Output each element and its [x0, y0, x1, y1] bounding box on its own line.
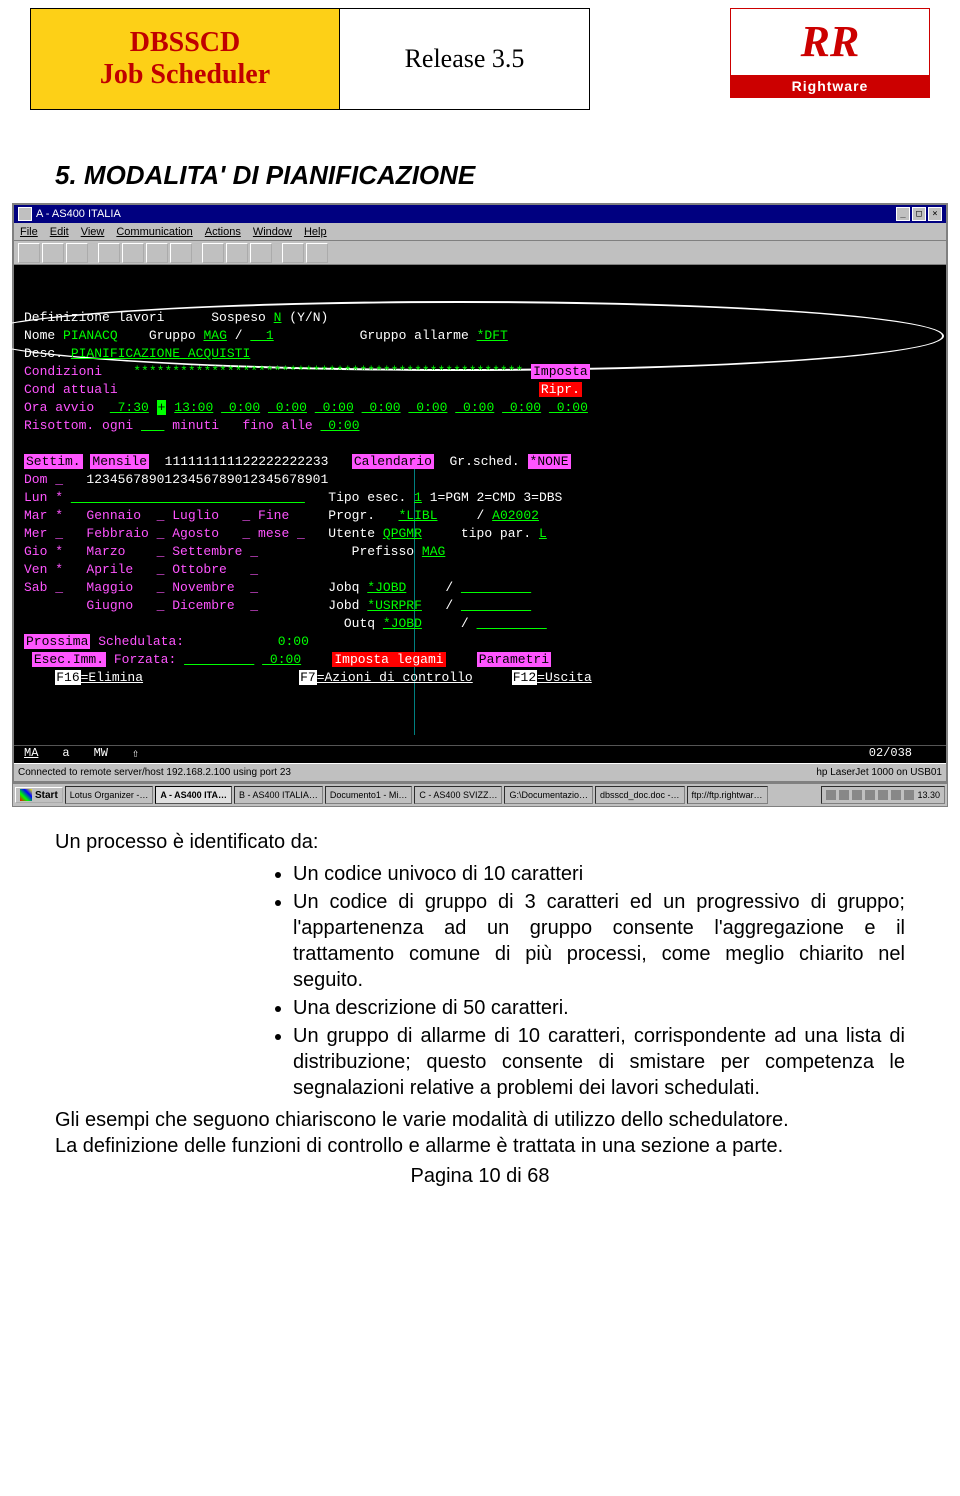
menu-comm[interactable]: Communication — [116, 226, 192, 238]
bullet-item: Un codice univoco di 10 caratteri — [293, 861, 905, 887]
clock: 13.30 — [917, 790, 940, 800]
row-oraavvio: Ora avvio 7:30 + 13:00 0:00 0:00 0:00 0:… — [24, 399, 936, 417]
menu-help[interactable]: Help — [304, 226, 327, 238]
menu-window[interactable]: Window — [253, 226, 292, 238]
printer-status: hp LaserJet 1000 on USB01 — [816, 767, 942, 778]
toolbar-btn[interactable] — [18, 243, 40, 263]
header-brand-line1: DBSSCD — [130, 27, 240, 59]
toolbar-btn[interactable] — [146, 243, 168, 263]
system-tray[interactable]: 13.30 — [821, 786, 945, 804]
window-title: A - AS400 ITALIA — [36, 208, 121, 220]
terminal-status-line: MA a MW ⇧ 02/038 — [14, 745, 946, 763]
toolbar-btn[interactable] — [122, 243, 144, 263]
tray-icon[interactable] — [839, 790, 849, 800]
toolbar-btn[interactable] — [282, 243, 304, 263]
tray-icon[interactable] — [904, 790, 914, 800]
row-nome: Nome PIANACQ Gruppo MAG / 1 Gruppo allar… — [24, 327, 936, 345]
toolbar-btn[interactable] — [202, 243, 224, 263]
menu-file[interactable]: File — [20, 226, 38, 238]
logo-text: Rightware — [731, 75, 929, 97]
row-gio: Gio * Marzo _ Settembre _ Prefisso MAG — [24, 543, 936, 561]
intro-text: Un processo è identificato da: — [55, 829, 905, 855]
section-title: 5. MODALITA' DI PIANIFICAZIONE — [55, 160, 960, 191]
close-button[interactable]: × — [928, 207, 942, 221]
bullet-item: Un codice di gruppo di 3 caratteri ed un… — [293, 889, 905, 993]
minimize-button[interactable]: _ — [896, 207, 910, 221]
connection-status: Connected to remote server/host 192.168.… — [18, 767, 291, 778]
page-number: Pagina 10 di 68 — [0, 1165, 960, 1188]
taskbar-item[interactable]: ftp://ftp.rightwar… — [687, 786, 768, 804]
header-left-block: DBSSCD Job Scheduler — [30, 8, 340, 110]
row-dom: Dom _ 123456789012345678901234567890​1 — [24, 471, 936, 489]
row-lun: Lun * Tipo esec. 1 1=PGM 2=CMD 3=DBS — [24, 489, 936, 507]
tray-icon[interactable] — [865, 790, 875, 800]
taskbar-item[interactable]: G:\Documentazio… — [504, 786, 593, 804]
para-2: La definizione delle funzioni di control… — [55, 1133, 905, 1159]
row-mar: Mar * Gennaio _ Luglio _ Fine Progr. *LI… — [24, 507, 936, 525]
row-definition: Definizione lavori Sospeso N (Y/N) — [24, 309, 936, 327]
maximize-button[interactable]: □ — [912, 207, 926, 221]
toolbar-btn[interactable] — [42, 243, 64, 263]
status-arrow: ⇧ — [132, 746, 139, 763]
status-cursor-pos: 02/038 — [869, 746, 912, 763]
terminal-window: A - AS400 ITALIA _ □ × File Edit View Co… — [12, 203, 948, 783]
row-outq: Outq *JOBD / — [24, 615, 936, 633]
taskbar-item[interactable]: Lotus Organizer -… — [65, 786, 154, 804]
window-statusbar: Connected to remote server/host 192.168.… — [14, 763, 946, 781]
bullet-item: Una descrizione di 50 caratteri. — [293, 995, 905, 1021]
row-condattuali: Cond attuali Ripr. — [24, 381, 936, 399]
header-brand-line2: Job Scheduler — [100, 59, 270, 91]
row-desc: Desc. PIANIFICAZIONE ACQUISTI — [24, 345, 936, 363]
row-esecimm: Esec.Imm. Forzata: 0:00 Imposta legami P… — [24, 651, 936, 669]
toolbar[interactable] — [14, 241, 946, 265]
row-condizioni: Condizioni *****************************… — [24, 363, 936, 381]
row-mer: Mer _ Febbraio _ Agosto _ mese _ Utente … — [24, 525, 936, 543]
row-ven: Ven * Aprile _ Ottobre _ — [24, 561, 936, 579]
menu-actions[interactable]: Actions — [205, 226, 241, 238]
row-giugno: Giugno _ Dicembre _ Jobd *USRPRF / — [24, 597, 936, 615]
toolbar-btn[interactable] — [226, 243, 248, 263]
status-mw: MW — [94, 746, 108, 763]
row-settim-header: Settim. Mensile 111111111122222222233 Ca… — [24, 453, 936, 471]
body-text: Un processo è identificato da: Un codice… — [55, 829, 905, 1159]
row-risottom: Risottom. ogni minuti fino alle 0:00 — [24, 417, 936, 435]
toolbar-btn[interactable] — [66, 243, 88, 263]
taskbar-item[interactable]: B - AS400 ITALIA… — [234, 786, 323, 804]
taskbar-item[interactable]: C - AS400 SVIZZ… — [414, 786, 502, 804]
toolbar-btn[interactable] — [306, 243, 328, 263]
start-button[interactable]: Start — [15, 787, 63, 803]
taskbar-item[interactable]: A - AS400 ITA… — [155, 786, 232, 804]
tray-icon[interactable] — [878, 790, 888, 800]
status-a: a — [62, 746, 69, 763]
tray-icon[interactable] — [852, 790, 862, 800]
toolbar-btn[interactable] — [170, 243, 192, 263]
row-sab: Sab _ Maggio _ Novembre _ Jobq *JOBD / — [24, 579, 936, 597]
para-1: Gli esempi che seguono chiariscono le va… — [55, 1107, 905, 1133]
window-titlebar: A - AS400 ITALIA _ □ × — [14, 205, 946, 223]
logo-monogram: RR — [731, 9, 929, 75]
vendor-logo: RR Rightware — [730, 8, 930, 98]
tray-icon[interactable] — [826, 790, 836, 800]
row-fkeys: F16=Elimina F7=Azioni di controllo F12=U… — [24, 669, 936, 687]
menu-edit[interactable]: Edit — [50, 226, 69, 238]
menubar[interactable]: File Edit View Communication Actions Win… — [14, 223, 946, 241]
bullet-item: Un gruppo di allarme di 10 caratteri, co… — [293, 1023, 905, 1101]
header-release: Release 3.5 — [340, 8, 590, 110]
menu-view[interactable]: View — [81, 226, 105, 238]
taskbar-item[interactable]: dbsscd_doc.doc -… — [595, 786, 685, 804]
doc-header: DBSSCD Job Scheduler Release 3.5 RR Righ… — [0, 0, 960, 110]
toolbar-btn[interactable] — [250, 243, 272, 263]
taskbar[interactable]: Start Lotus Organizer -… A - AS400 ITA… … — [12, 783, 948, 807]
taskbar-item[interactable]: Documento1 - Mi… — [325, 786, 413, 804]
window-icon — [18, 207, 32, 221]
bullet-list: Un codice univoco di 10 caratteri Un cod… — [275, 861, 905, 1101]
windows-icon — [20, 789, 32, 801]
tray-icon[interactable] — [891, 790, 901, 800]
terminal-screen[interactable]: Definizione lavori Sospeso N (Y/N) Nome … — [14, 265, 946, 745]
row-prossima: Prossima Schedulata: 0:00 — [24, 633, 936, 651]
toolbar-btn[interactable] — [98, 243, 120, 263]
